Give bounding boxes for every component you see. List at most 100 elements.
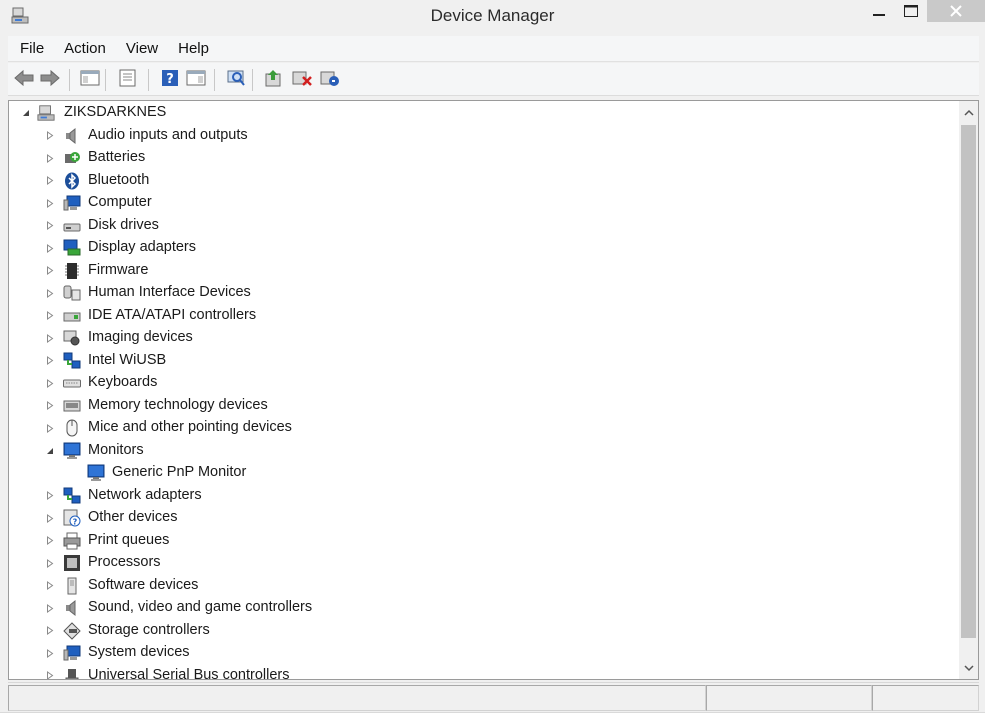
collapsed-arrow-icon[interactable] bbox=[45, 243, 55, 253]
tree-category-computer[interactable]: Computer bbox=[9, 192, 949, 214]
back-arrow-icon bbox=[13, 69, 35, 90]
device-tree-pane: ZIKSDARKNES Audio inputs and outputs Batte… bbox=[8, 100, 979, 680]
tree-category-memory-technology-devices[interactable]: Memory technology devices bbox=[9, 395, 949, 417]
tree-category-imaging-devices[interactable]: Imaging devices bbox=[9, 327, 949, 349]
menu-help[interactable]: Help bbox=[166, 36, 217, 62]
vertical-scrollbar[interactable] bbox=[959, 101, 978, 679]
collapsed-arrow-icon[interactable] bbox=[45, 491, 55, 501]
svg-text:?: ? bbox=[166, 72, 174, 87]
tree-category-universal-serial-bus-controllers[interactable]: Universal Serial Bus controllers bbox=[9, 665, 949, 679]
toolbar: ? bbox=[8, 63, 979, 96]
forward-arrow-button[interactable] bbox=[38, 68, 62, 90]
tree-item-label: Keyboards bbox=[88, 374, 158, 390]
tree-category-software-devices[interactable]: Software devices bbox=[9, 575, 949, 597]
toolbar-separator bbox=[252, 69, 253, 91]
scan-hardware-changes-icon bbox=[225, 69, 247, 90]
tree-item-label: Intel WiUSB bbox=[88, 351, 167, 368]
show-action-pane-button[interactable] bbox=[184, 68, 208, 90]
collapsed-arrow-icon[interactable] bbox=[45, 266, 55, 276]
tree-category-storage-controllers[interactable]: Storage controllers bbox=[9, 620, 949, 642]
tree-category-intel-wiusb[interactable]: Intel WiUSB bbox=[9, 350, 949, 372]
tree-category-bluetooth[interactable]: Bluetooth bbox=[9, 170, 949, 192]
title-bar[interactable]: Device Manager bbox=[0, 0, 985, 34]
tree-category-network-adapters[interactable]: Network adapters bbox=[9, 485, 949, 507]
menu-file[interactable]: File bbox=[8, 36, 52, 62]
tree-item-label: Audio inputs and outputs bbox=[88, 126, 248, 143]
scan-hardware-changes-button[interactable] bbox=[224, 68, 248, 90]
collapsed-arrow-icon[interactable] bbox=[45, 131, 55, 141]
tree-category-display-adapters[interactable]: Display adapters bbox=[9, 237, 949, 259]
network-icon bbox=[63, 487, 81, 505]
collapsed-arrow-icon[interactable] bbox=[45, 671, 55, 679]
tree-category-print-queues[interactable]: Print queues bbox=[9, 530, 949, 552]
menu-action[interactable]: Action bbox=[52, 36, 114, 62]
back-arrow-button[interactable] bbox=[12, 68, 36, 90]
collapsed-arrow-icon[interactable] bbox=[45, 581, 55, 591]
menu-view[interactable]: View bbox=[114, 36, 166, 62]
forward-arrow-icon bbox=[39, 69, 61, 90]
properties-button[interactable] bbox=[116, 68, 140, 90]
collapsed-arrow-icon[interactable] bbox=[45, 513, 55, 523]
tree-category-mice-and-other-pointing-devices[interactable]: Mice and other pointing devices bbox=[9, 417, 949, 439]
enable-device-button[interactable] bbox=[318, 68, 342, 90]
collapsed-arrow-icon[interactable] bbox=[45, 423, 55, 433]
collapsed-arrow-icon[interactable] bbox=[45, 356, 55, 366]
collapsed-arrow-icon[interactable] bbox=[45, 153, 55, 163]
expanded-arrow-icon[interactable] bbox=[21, 108, 31, 118]
show-action-pane-icon bbox=[186, 69, 206, 90]
scroll-down-button[interactable] bbox=[959, 657, 978, 679]
firmware-icon bbox=[63, 262, 81, 280]
scroll-up-button[interactable] bbox=[959, 101, 978, 123]
tree-item-label: Batteries bbox=[88, 149, 146, 165]
status-panel-main bbox=[8, 685, 706, 711]
tree-category-audio-inputs-and-outputs[interactable]: Audio inputs and outputs bbox=[9, 125, 949, 147]
tree-category-batteries[interactable]: Batteries bbox=[9, 147, 949, 169]
computer-icon bbox=[63, 644, 81, 662]
collapsed-arrow-icon[interactable] bbox=[45, 221, 55, 231]
tree-category-sound-video-and-game-controllers[interactable]: Sound, video and game controllers bbox=[9, 597, 949, 619]
collapsed-arrow-icon[interactable] bbox=[45, 176, 55, 186]
close-button[interactable] bbox=[927, 0, 985, 22]
scroll-thumb[interactable] bbox=[961, 125, 976, 638]
tree-item-label: IDE ATA/ATAPI controllers bbox=[88, 306, 257, 323]
tree-category-other-devices[interactable]: ? Other devices bbox=[9, 507, 949, 529]
tree-category-ide-ata-atapi-controllers[interactable]: IDE ATA/ATAPI controllers bbox=[9, 305, 949, 327]
minimize-button[interactable] bbox=[862, 0, 896, 22]
printer-icon bbox=[63, 532, 81, 550]
tree-item-generic-pnp-monitor[interactable]: Generic PnP Monitor bbox=[9, 462, 949, 484]
toolbar-separator bbox=[148, 69, 149, 91]
update-driver-button[interactable] bbox=[262, 68, 286, 90]
show-hide-console-tree-icon bbox=[80, 69, 100, 90]
collapsed-arrow-icon[interactable] bbox=[45, 288, 55, 298]
collapsed-arrow-icon[interactable] bbox=[45, 603, 55, 613]
usb-icon bbox=[63, 667, 81, 679]
device-tree[interactable]: ZIKSDARKNES Audio inputs and outputs Batte… bbox=[9, 101, 959, 679]
tree-category-monitors[interactable]: Monitors bbox=[9, 440, 949, 462]
collapsed-arrow-icon[interactable] bbox=[45, 311, 55, 321]
window-title: Device Manager bbox=[430, 6, 555, 25]
tree-category-keyboards[interactable]: Keyboards bbox=[9, 372, 949, 394]
tree-category-system-devices[interactable]: System devices bbox=[9, 642, 949, 664]
collapsed-arrow-icon[interactable] bbox=[45, 401, 55, 411]
collapsed-arrow-icon[interactable] bbox=[45, 626, 55, 636]
tree-category-processors[interactable]: Processors bbox=[9, 552, 949, 574]
maximize-button[interactable] bbox=[896, 0, 926, 22]
help-button[interactable]: ? bbox=[158, 68, 182, 90]
show-hide-console-tree-button[interactable] bbox=[78, 68, 102, 90]
collapsed-arrow-icon[interactable] bbox=[45, 333, 55, 343]
menu-bar: File Action View Help bbox=[8, 36, 979, 62]
camera-icon bbox=[63, 329, 81, 347]
uninstall-device-icon bbox=[291, 69, 313, 90]
tree-category-disk-drives[interactable]: Disk drives bbox=[9, 215, 949, 237]
collapsed-arrow-icon[interactable] bbox=[45, 558, 55, 568]
network-icon bbox=[63, 352, 81, 370]
expanded-arrow-icon[interactable] bbox=[45, 446, 55, 456]
tree-category-firmware[interactable]: Firmware bbox=[9, 260, 949, 282]
uninstall-device-button[interactable] bbox=[290, 68, 314, 90]
tree-root-node[interactable]: ZIKSDARKNES bbox=[9, 102, 949, 124]
tree-category-human-interface-devices[interactable]: Human Interface Devices bbox=[9, 282, 949, 304]
collapsed-arrow-icon[interactable] bbox=[45, 198, 55, 208]
collapsed-arrow-icon[interactable] bbox=[45, 536, 55, 546]
collapsed-arrow-icon[interactable] bbox=[45, 378, 55, 388]
collapsed-arrow-icon[interactable] bbox=[45, 648, 55, 658]
